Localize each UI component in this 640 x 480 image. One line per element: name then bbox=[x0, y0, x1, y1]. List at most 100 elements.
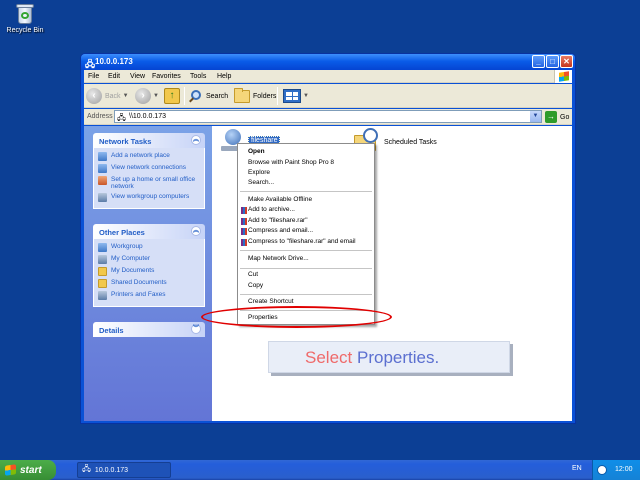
menu-edit[interactable]: Edit bbox=[108, 73, 120, 80]
go-arrow-icon: → bbox=[545, 111, 557, 123]
forward-button[interactable]: › ▼ bbox=[135, 87, 159, 105]
menu-item-copy[interactable]: Copy bbox=[248, 281, 374, 291]
shared-documents-icon bbox=[98, 279, 107, 288]
go-button[interactable]: → Go bbox=[545, 111, 569, 123]
taskbar: start 🖧 10.0.0.173 EN 12:00 bbox=[0, 460, 640, 480]
place-label: My Computer bbox=[111, 255, 151, 262]
views-button[interactable]: ▼ bbox=[283, 87, 309, 105]
language-indicator[interactable]: EN bbox=[572, 465, 582, 472]
menu-item-cut[interactable]: Cut bbox=[248, 270, 374, 280]
menu-item-label: Add to "fileshare.rar" bbox=[248, 217, 308, 224]
place-my-documents[interactable]: My Documents bbox=[98, 267, 200, 276]
other-places-panel: Other Places ︽ Workgroup My Computer My … bbox=[93, 224, 205, 307]
network-place-icon bbox=[98, 152, 107, 161]
chevron-up-icon[interactable]: ︽ bbox=[191, 135, 201, 145]
home-network-icon bbox=[98, 176, 107, 185]
chevron-down-icon[interactable]: ︾ bbox=[191, 324, 201, 334]
clock[interactable]: 12:00 bbox=[615, 466, 633, 473]
place-label: Workgroup bbox=[111, 243, 143, 250]
task-label: Set up a home or small office network bbox=[111, 176, 196, 190]
menu-separator bbox=[240, 250, 372, 251]
back-arrow-icon: ‹ bbox=[86, 88, 102, 104]
up-button[interactable]: ↑ bbox=[164, 87, 180, 105]
task-pane: Network Tasks ︽ Add a network place View… bbox=[84, 126, 212, 421]
menu-item-compress-rar-and-email[interactable]: Compress to "fileshare.rar" and email bbox=[239, 237, 365, 247]
menu-item-label: Add to archive... bbox=[248, 206, 295, 213]
menu-view[interactable]: View bbox=[130, 73, 145, 80]
task-view-workgroup-computers[interactable]: View workgroup computers bbox=[98, 193, 200, 202]
start-button[interactable]: start bbox=[0, 460, 56, 480]
menu-item-browse-paint-shop-pro[interactable]: Browse with Paint Shop Pro 8 bbox=[248, 158, 374, 168]
address-dropdown-button[interactable]: ▼ bbox=[530, 111, 541, 122]
toolbar: ‹ Back ▼ › ▼ ↑ Search Folders ▼ bbox=[84, 84, 572, 108]
network-tasks-header[interactable]: Network Tasks ︽ bbox=[93, 133, 205, 148]
workgroup-icon bbox=[98, 243, 107, 252]
windows-logo-icon bbox=[554, 70, 572, 83]
place-workgroup[interactable]: Workgroup bbox=[98, 243, 200, 252]
menu-separator bbox=[240, 294, 372, 295]
menu-item-label: Compress and email... bbox=[248, 227, 314, 234]
folder-up-icon: ↑ bbox=[164, 88, 180, 104]
task-setup-home-network[interactable]: Set up a home or small office network bbox=[98, 176, 200, 190]
winrar-icon bbox=[241, 239, 247, 246]
menu-favorites[interactable]: Favorites bbox=[152, 73, 181, 80]
winrar-icon bbox=[241, 207, 247, 214]
toolbar-separator bbox=[184, 87, 185, 105]
network-connections-icon bbox=[98, 164, 107, 173]
address-input[interactable]: 🖧 \\10.0.0.173 ▼ bbox=[114, 110, 542, 123]
network-computer-icon: 🖧 bbox=[117, 113, 126, 122]
taskbar-window-label: 10.0.0.173 bbox=[94, 466, 129, 474]
search-button[interactable]: Search bbox=[188, 87, 228, 105]
task-add-network-place[interactable]: Add a network place bbox=[98, 152, 200, 161]
chevron-up-icon[interactable]: ︽ bbox=[191, 226, 201, 236]
folders-button[interactable]: Folders bbox=[234, 87, 276, 105]
taskbar-window-button[interactable]: 🖧 10.0.0.173 bbox=[77, 462, 171, 478]
menu-item-open[interactable]: Open bbox=[248, 147, 374, 157]
place-printers-and-faxes[interactable]: Printers and Faxes bbox=[98, 291, 200, 300]
start-label: start bbox=[20, 464, 42, 476]
winrar-icon bbox=[241, 218, 247, 225]
context-menu: Open Browse with Paint Shop Pro 8 Explor… bbox=[237, 143, 375, 325]
menu-item-add-to-archive[interactable]: Add to archive... bbox=[239, 205, 365, 215]
details-header[interactable]: Details ︾ bbox=[93, 322, 205, 337]
views-icon bbox=[283, 89, 301, 103]
menu-item-map-network-drive[interactable]: Map Network Drive... bbox=[248, 254, 374, 264]
file-item-scheduled-tasks[interactable]: Scheduled Tasks bbox=[384, 139, 437, 146]
recycle-bin[interactable]: Recycle Bin bbox=[4, 3, 46, 34]
window-title: 10.0.0.173 bbox=[95, 57, 133, 66]
menu-item-make-available-offline[interactable]: Make Available Offline bbox=[248, 195, 374, 205]
title-bar[interactable]: 🖧 10.0.0.173 _ □ ✕ bbox=[81, 54, 575, 70]
chevron-down-icon: ▼ bbox=[122, 93, 129, 99]
go-label: Go bbox=[560, 113, 570, 121]
menu-tools[interactable]: Tools bbox=[190, 73, 206, 80]
menu-file[interactable]: File bbox=[88, 73, 99, 80]
close-button[interactable]: ✕ bbox=[560, 55, 573, 68]
menu-item-search[interactable]: Search... bbox=[248, 178, 374, 188]
callout-word-select: Select bbox=[305, 348, 353, 367]
task-view-network-connections[interactable]: View network connections bbox=[98, 164, 200, 173]
minimize-button[interactable]: _ bbox=[532, 55, 545, 68]
back-label: Back bbox=[105, 92, 121, 100]
network-computer-icon: 🖧 bbox=[82, 464, 91, 473]
place-label: My Documents bbox=[111, 267, 155, 274]
place-shared-documents[interactable]: Shared Documents bbox=[98, 279, 200, 288]
maximize-button[interactable]: □ bbox=[546, 55, 559, 68]
my-documents-icon bbox=[98, 267, 107, 276]
menu-separator bbox=[240, 268, 372, 269]
place-my-computer[interactable]: My Computer bbox=[98, 255, 200, 264]
address-value: \\10.0.0.173 bbox=[129, 113, 166, 120]
task-label: View network connections bbox=[111, 164, 187, 171]
other-places-header[interactable]: Other Places ︽ bbox=[93, 224, 205, 239]
menu-help[interactable]: Help bbox=[217, 73, 231, 80]
menu-item-explore[interactable]: Explore bbox=[248, 168, 374, 178]
folders-label: Folders bbox=[253, 92, 277, 100]
back-button[interactable]: ‹ Back ▼ bbox=[86, 87, 129, 105]
menu-item-compress-and-email[interactable]: Compress and email... bbox=[239, 226, 365, 236]
callout-word-properties: Properties. bbox=[356, 348, 440, 367]
toolbar-separator bbox=[277, 87, 278, 105]
menu-item-add-to-rar[interactable]: Add to "fileshare.rar" bbox=[239, 216, 365, 226]
printer-icon bbox=[98, 291, 107, 300]
network-tasks-panel: Network Tasks ︽ Add a network place View… bbox=[93, 133, 205, 209]
tray-status-icon[interactable] bbox=[597, 465, 607, 475]
instruction-callout: Select Properties. bbox=[268, 341, 510, 373]
